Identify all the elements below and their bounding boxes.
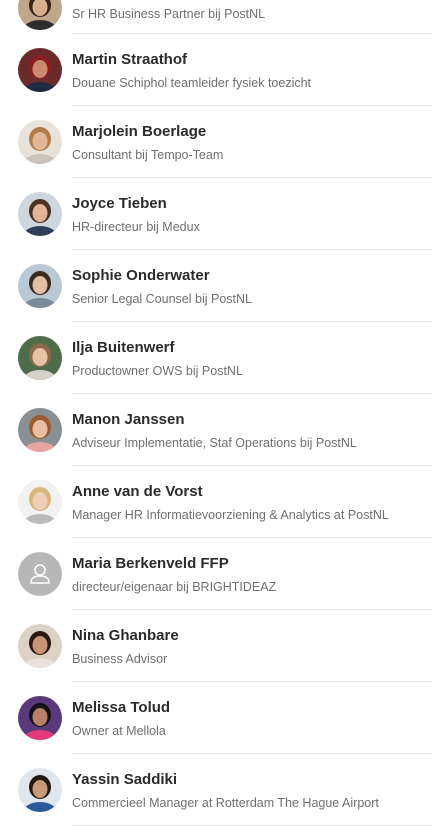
avatar[interactable] <box>18 120 62 164</box>
default-avatar-icon[interactable] <box>18 552 62 596</box>
connection-row-partial[interactable]: Sr HR Business Partner bij PostNL <box>0 0 432 34</box>
avatar[interactable] <box>18 696 62 740</box>
avatar[interactable] <box>18 624 62 668</box>
connection-headline: Commercieel Manager at Rotterdam The Hag… <box>72 796 379 810</box>
connection-row[interactable]: Martin Straathof Douane Schiphol teamleid… <box>0 34 432 106</box>
connection-headline: Adviseur Implementatie, Staf Operations … <box>72 436 357 450</box>
connection-row[interactable]: Marjolein Boerlage Consultant bij Tempo-T… <box>0 106 432 178</box>
connection-headline: Senior Legal Counsel bij PostNL <box>72 292 252 306</box>
connection-name[interactable]: Martin Straathof <box>72 51 187 68</box>
avatar[interactable] <box>18 48 62 92</box>
connection-headline: Manager HR Informatievoorziening & Analy… <box>72 508 389 522</box>
connection-name[interactable]: Ilja Buitenwerf <box>72 339 175 356</box>
connection-name[interactable]: Sophie Onderwater <box>72 267 210 284</box>
connection-name[interactable]: Nina Ghanbare <box>72 627 179 644</box>
connection-headline: Owner at Mellola <box>72 724 166 738</box>
connection-row[interactable]: Nina Ghanbare Business Advisor <box>0 610 432 682</box>
connection-headline: Business Advisor <box>72 652 168 666</box>
connection-name[interactable]: Melissa Tolud <box>72 699 170 716</box>
avatar[interactable] <box>18 0 62 30</box>
connection-row[interactable]: Anne van de Vorst Manager HR Informatievo… <box>0 466 432 538</box>
avatar[interactable] <box>18 480 62 524</box>
avatar[interactable] <box>18 408 62 452</box>
avatar[interactable] <box>18 192 62 236</box>
connection-headline: directeur/eigenaar bij BRIGHTIDEAZ <box>72 580 277 594</box>
connection-row[interactable]: Manon Janssen Adviseur Implementatie, Sta… <box>0 394 432 466</box>
connection-name[interactable]: Manon Janssen <box>72 411 185 428</box>
connection-headline: Douane Schiphol teamleider fysiek toezic… <box>72 76 312 90</box>
connection-row[interactable]: Ilja Buitenwerf Productowner OWS bij Post… <box>0 322 432 394</box>
connection-name[interactable]: Marjolein Boerlage <box>72 123 206 140</box>
connection-headline: Consultant bij Tempo-Team <box>72 148 224 162</box>
connection-headline: HR-directeur bij Medux <box>72 220 200 234</box>
connection-name[interactable]: Anne van de Vorst <box>72 483 203 500</box>
connection-row[interactable]: Yassin Saddiki Commercieel Manager at Rot… <box>0 754 432 826</box>
connection-headline: Sr HR Business Partner bij PostNL <box>72 7 266 21</box>
avatar[interactable] <box>18 336 62 380</box>
connection-name[interactable]: Joyce Tieben <box>72 195 167 212</box>
avatar[interactable] <box>18 264 62 308</box>
connection-row[interactable]: Joyce Tieben HR-directeur bij Medux <box>0 178 432 250</box>
connection-row[interactable]: Maria Berkenveld FFP directeur/eigenaar b… <box>0 538 432 610</box>
avatar[interactable] <box>18 768 62 812</box>
connection-name[interactable]: Yassin Saddiki <box>72 771 177 788</box>
connection-headline: Productowner OWS bij PostNL <box>72 364 243 378</box>
connection-row[interactable]: Sophie Onderwater Senior Legal Counsel bi… <box>0 250 432 322</box>
connection-row[interactable]: Melissa Tolud Owner at Mellola <box>0 682 432 754</box>
connection-name[interactable]: Maria Berkenveld FFP <box>72 555 229 572</box>
